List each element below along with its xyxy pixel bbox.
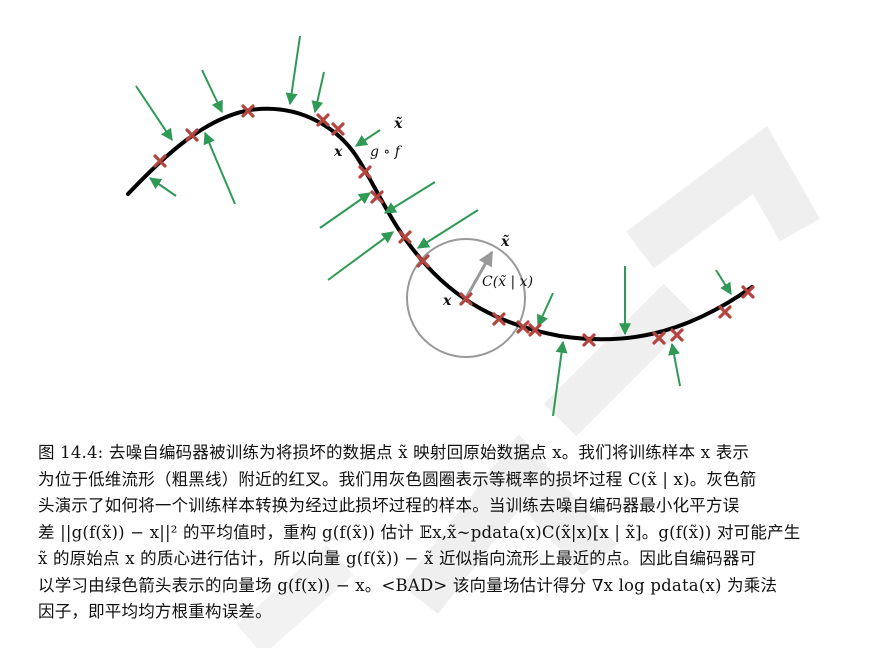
green-arrow [319,192,371,229]
caption-line: 以学习由绿色箭头表示的向量场 g(f(x)) − x。<BAD> 该向量场估计得… [38,575,778,595]
caption-line: 图 14.4: 去噪自编码器被训练为将损坏的数据点 x̃ 映射回原始数据点 x。… [38,443,750,462]
caption-line: 为位于低维流形（粗黑线）附近的红叉。我们用灰色圆圈表示等概率的损坏过程 C(x̃… [38,469,757,489]
green-arrow [149,177,177,197]
green-arrow [668,342,681,387]
green-arrow [327,231,394,281]
manifold-figure: x̃ x g ∘ f x̃ C(x̃ | x) x [126,35,755,417]
red-cross [670,328,684,342]
red-cross [331,122,345,136]
figure-caption: 图 14.4: 去噪自编码器被训练为将损坏的数据点 x̃ 映射回原始数据点 x。… [38,440,848,626]
green-arrow [715,269,732,296]
red-cross [652,331,666,345]
caption-line: 差 ||g(f(x̃)) − x||² 的平均值时，重构 g(f(x̃)) 估计… [38,522,801,542]
green-arrow [285,35,301,106]
green-arrow [203,131,236,205]
label-x-tilde-top: x̃ [393,115,403,132]
green-arrow [552,340,568,417]
caption-line: x̃ 的原始点 x 的质心进行估计，所以向量 g(f(x̃)) − x̃ 近似指… [38,549,757,568]
caption-line: 因子，即平均均方根重构误差。 [38,602,272,621]
green-arrow [537,292,554,328]
green-arrow [311,71,325,114]
green-arrow [135,85,173,141]
green-arrow [383,181,436,214]
label-x-left-top: x [333,144,343,160]
label-corruption: C(x̃ | x) [482,274,533,290]
caption-line: 头演示了如何将一个训练样本转换为经过此损坏过程的样本。当训练去噪自编码器最小化平… [38,496,740,515]
manifold-curve [126,106,754,342]
label-x-circle: x [442,293,452,309]
green-arrows [135,35,732,417]
green-arrow [201,69,223,114]
label-x-tilde-circle: x̃ [500,233,510,250]
red-cross [718,305,732,319]
label-g-of-f: g ∘ f [370,144,403,160]
